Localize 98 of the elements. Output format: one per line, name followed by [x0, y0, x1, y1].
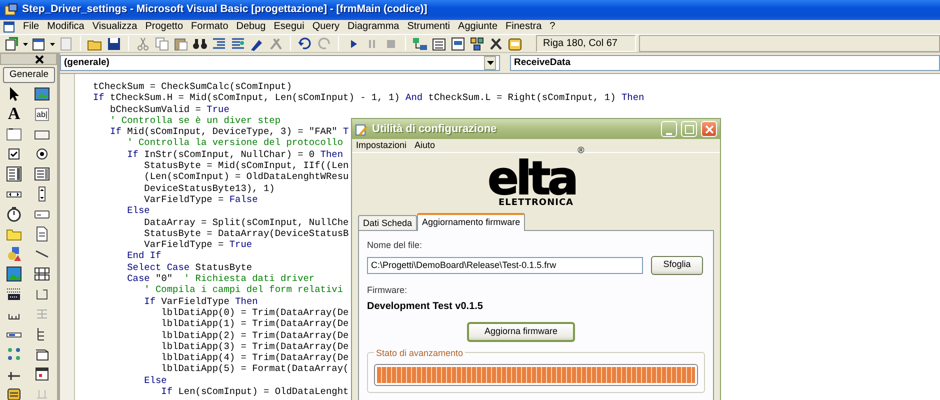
close-icon	[704, 124, 714, 134]
menu-item[interactable]: Visualizza	[92, 20, 138, 34]
close-button[interactable]	[701, 121, 717, 137]
minimize-icon	[666, 131, 672, 136]
menu-item[interactable]: Aiuto	[414, 138, 436, 152]
menu-item[interactable]: Query	[312, 20, 340, 34]
form-add-icon[interactable]	[31, 36, 47, 52]
copy-icon[interactable]	[154, 36, 170, 52]
code-line: If InStr(sComInput, NullChar) = 0 Then	[126, 148, 344, 160]
shapes-icon[interactable]	[6, 246, 22, 262]
code-line: Else	[143, 374, 167, 386]
data-grid-icon[interactable]	[34, 266, 50, 282]
menu-item[interactable]: Impostazioni	[356, 138, 407, 152]
code-line: StatusByte = DataArray(DeviceStatusB	[143, 228, 349, 240]
object-dropdown[interactable]: (generale)	[60, 55, 500, 71]
code-line: lblDatiApp(0) = Trim(DataArray(De	[160, 306, 349, 318]
menu-item[interactable]: ?	[550, 20, 556, 34]
image-icon[interactable]	[6, 266, 22, 282]
tree-icon[interactable]	[412, 36, 428, 52]
browse-button[interactable]: Sfoglia	[651, 256, 703, 274]
logo-tagline: ELETTRONICA	[498, 198, 574, 208]
cursor-position: Riga 180, Col 67	[536, 35, 636, 52]
menu-item[interactable]: Modifica	[47, 20, 84, 34]
radio-icon[interactable]	[34, 146, 50, 162]
code-line: DeviceStatusByte13), 1)	[143, 182, 275, 194]
outdent-icon[interactable]	[230, 36, 246, 52]
layout-icon[interactable]	[450, 36, 466, 52]
cubes-icon[interactable]	[469, 36, 485, 52]
properties-icon[interactable]	[431, 36, 447, 52]
checkbox-icon[interactable]	[6, 146, 22, 162]
code-line: DataArray = Split(sComInput, NullChe	[143, 216, 349, 228]
dropdown-arrow-icon[interactable]	[486, 61, 494, 65]
code-line: If Mid(sComInput, DeviceType, 3) = "FAR" T	[109, 126, 349, 138]
menu-item[interactable]: File	[23, 20, 40, 34]
file-icon[interactable]	[34, 226, 50, 242]
code-line: lblDatiApp(5) = Format(DataArray(	[160, 363, 349, 375]
nodes-icon[interactable]	[6, 346, 22, 362]
code-line: Else	[126, 205, 150, 217]
frame-icon[interactable]	[6, 126, 22, 142]
code-line: Select Case StatusByte	[126, 262, 252, 274]
code-line: If Len(sComInput) = OldDataLenght	[160, 386, 349, 398]
dialog-title: Utilità di configurazione	[372, 122, 498, 137]
list-icon[interactable]	[34, 166, 50, 182]
close-icon[interactable]	[35, 54, 44, 64]
code-line: lblDatiApp(4) = Trim(DataArray(De	[160, 352, 349, 364]
dropdown-value: (generale)	[64, 56, 110, 70]
undo-icon[interactable]	[297, 36, 313, 52]
code-line: bCheckSumValid = True	[109, 104, 230, 115]
code-line: VarFieldType = True	[143, 239, 252, 250]
maximize-icon	[684, 124, 694, 134]
menu-item[interactable]: Diagramma	[348, 20, 400, 34]
logo-wordmark: elta	[488, 158, 576, 198]
indent-icon[interactable]	[211, 36, 227, 52]
code-line: Case "0" ' Richiesta dati driver	[126, 273, 315, 284]
tab[interactable]: Dati Scheda	[358, 215, 418, 230]
code-line: End If	[126, 250, 162, 262]
code-line: VarFieldType = False	[143, 194, 258, 206]
code-line: ' Compila i campi del form relativi	[143, 284, 344, 296]
picture-icon[interactable]	[34, 86, 50, 102]
code-line: ' Controlla la versione del protocollo	[126, 137, 344, 149]
combo-list-icon[interactable]	[6, 166, 22, 182]
registered-mark: ®	[578, 144, 584, 156]
app-icon	[4, 3, 18, 17]
code-line: StatusByte = Mid(sComInput, IIf((Len	[143, 160, 349, 172]
code-line: ' Controlla se è un diver step	[109, 114, 281, 126]
menu-item[interactable]: Debug	[236, 20, 266, 34]
procedure-dropdown[interactable]: ReceiveData	[510, 55, 940, 71]
code-line: lblDatiApp(2) = Trim(DataArray(De	[160, 330, 349, 341]
pencil-icon	[355, 122, 368, 136]
menu-item[interactable]: Finestra	[506, 20, 542, 34]
label-tool[interactable]: A	[8, 106, 20, 122]
firmware-version: Development Test v0.1.5	[367, 300, 484, 314]
toolbox-tab[interactable]: Generale	[3, 67, 55, 83]
scissors-icon[interactable]	[135, 36, 151, 52]
menu-item[interactable]: Aggiunte	[458, 20, 498, 34]
stopwatch-icon[interactable]	[6, 206, 22, 222]
menu-item[interactable]: Strumenti	[407, 20, 450, 34]
calendar-icon[interactable]	[34, 366, 50, 382]
update-button[interactable]: Aggiorna firmware	[467, 322, 575, 342]
code-line: lblDatiApp(3) = Trim(DataArray(De	[160, 340, 349, 352]
file-path-field[interactable]: C:\Progetti\DemoBoard\Release\Test-0.1.5.frw	[367, 256, 643, 274]
code-line: lblDatiApp(1) = Trim(DataArray(De	[160, 318, 349, 330]
tab[interactable]: Aggiornamento firmware	[417, 213, 526, 231]
menu-item[interactable]: Esegui	[274, 20, 304, 34]
window-title: Step_Driver_settings - Microsoft Visual Basic [progettazione] - [frmMain (codice)]	[22, 2, 428, 18]
database-icon[interactable]	[507, 36, 523, 52]
code-line: If VarFieldType Then	[143, 296, 258, 307]
menu-item[interactable]: Formato	[191, 20, 228, 34]
field-label: Nome del file:	[367, 239, 424, 252]
menu-item[interactable]: Progetto	[145, 20, 184, 34]
code-line: tCheckSum = CheckSumCalc(sComInput)	[93, 81, 292, 92]
project-icon[interactable]	[4, 36, 20, 52]
code-line: (Len(sComInput) = OldDataLenghtWResu	[143, 171, 349, 183]
paste-icon[interactable]	[173, 36, 189, 52]
field-label: Firmware:	[367, 284, 408, 296]
textbox-tool[interactable]: ab|	[34, 108, 50, 120]
dotted-grid-icon[interactable]	[6, 286, 22, 302]
code-line: If tCheckSum.H = Mid(sComInput, Len(sComInput) - 1, 1) And tCheckSum.L = Right(sComInput, 1) Then	[93, 92, 644, 104]
